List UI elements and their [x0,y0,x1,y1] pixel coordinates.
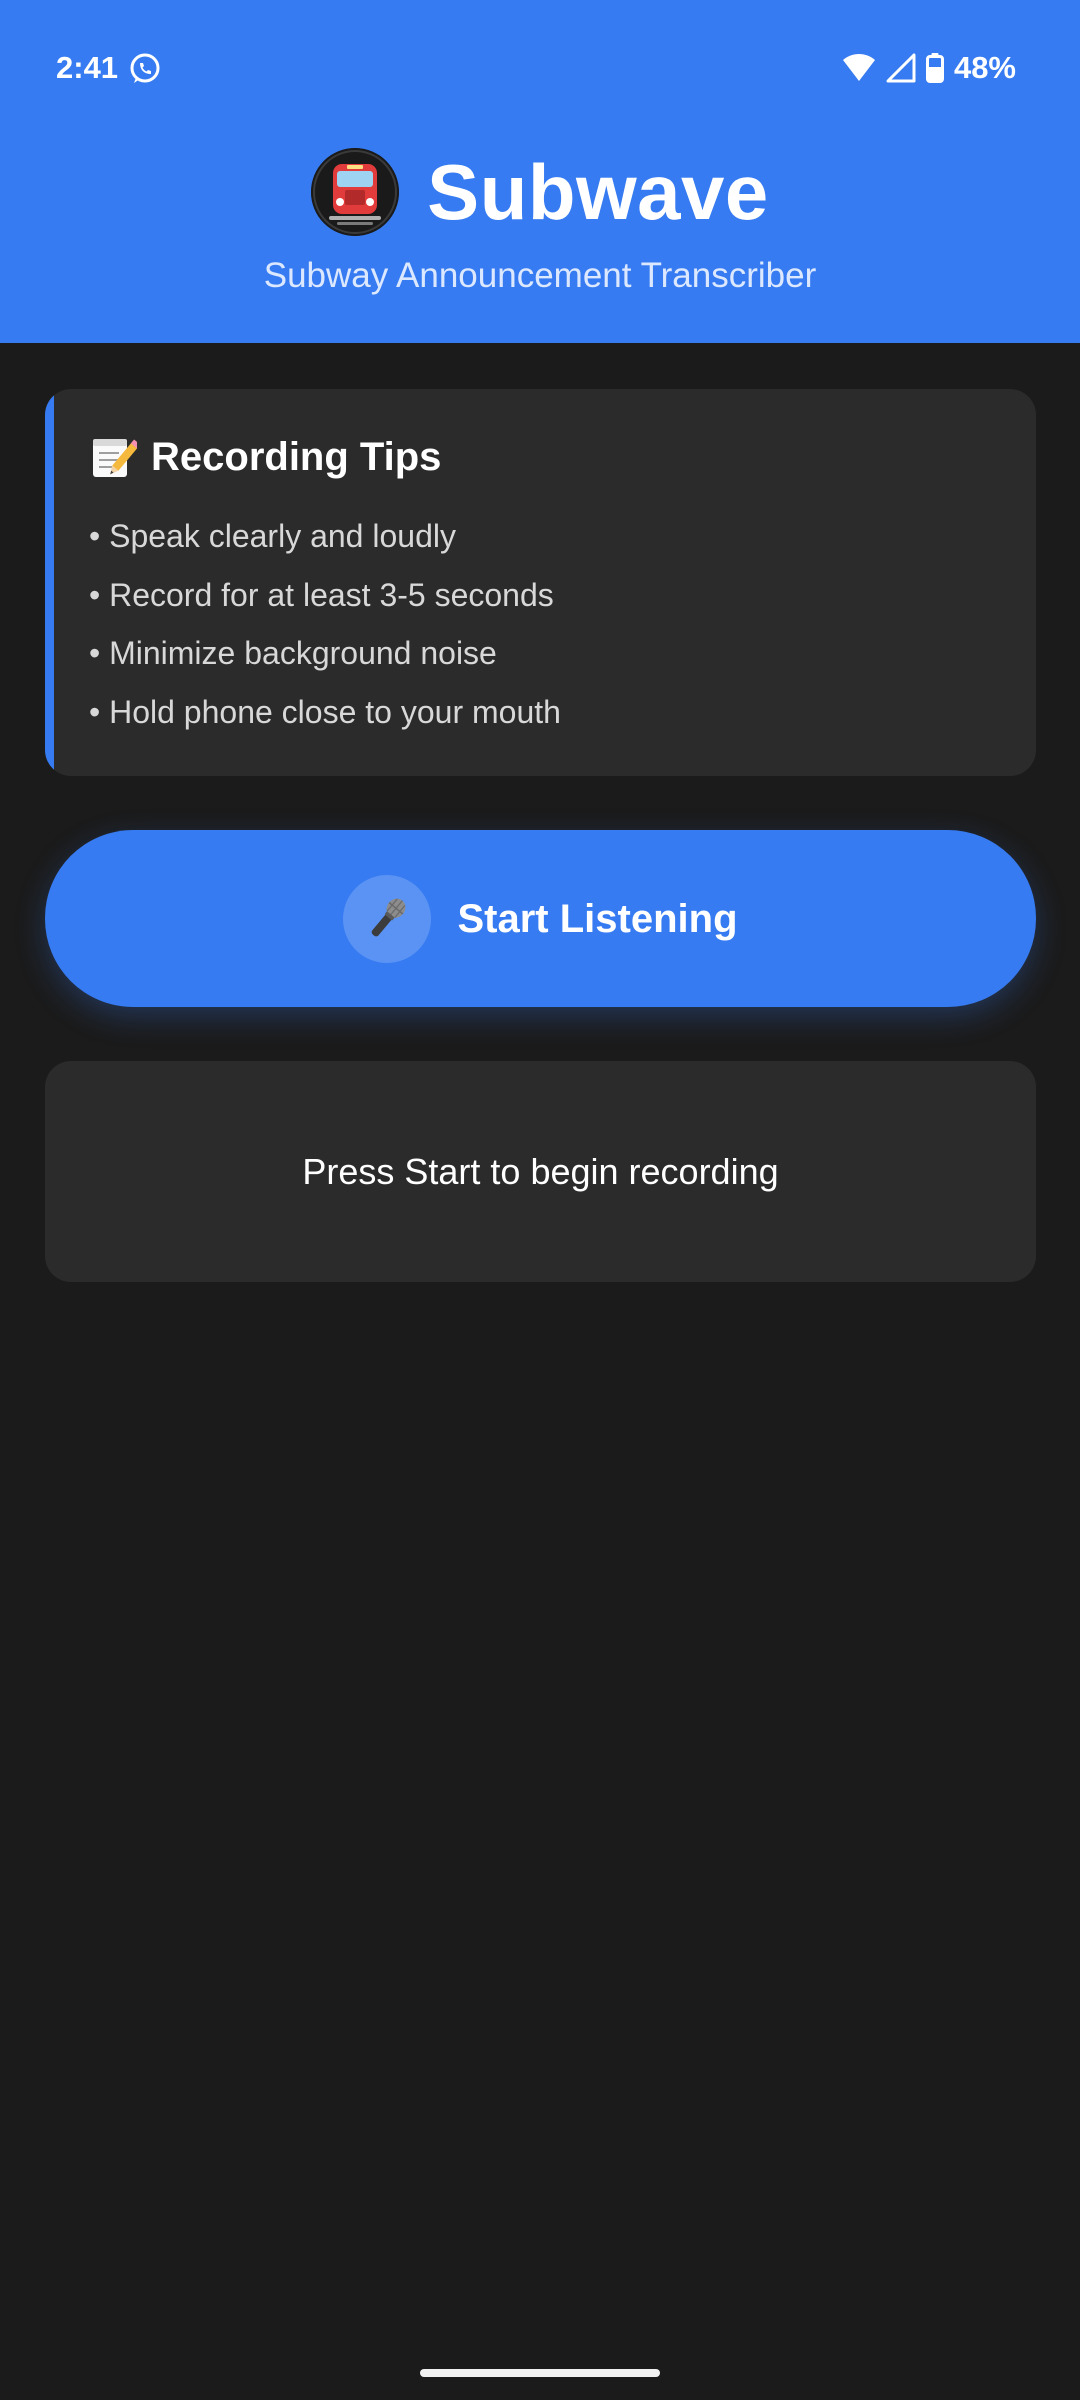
start-listening-label: Start Listening [457,896,738,941]
microphone-icon-badge [343,874,432,963]
tips-accent-bar [45,389,54,776]
subway-train-icon [311,148,400,236]
status-time: 2:41 [56,50,119,85]
app-header: 2:41 48% Subwave Subway Announcement Tra… [0,0,1080,343]
wifi-icon [842,54,875,81]
status-message: Press Start to begin recording [302,1150,779,1192]
app-brand: Subwave [0,142,1080,242]
recording-tips-card: Recording Tips • Speak clearly and loudl… [45,389,1036,776]
tip-item: • Record for at least 3-5 seconds [89,576,554,613]
tips-title: Recording Tips [151,435,442,479]
tip-item: • Hold phone close to your mouth [89,693,561,730]
battery-icon [925,53,944,83]
battery-percentage: 48% [953,50,1016,85]
microphone-icon [372,898,406,936]
status-bar: 2:41 48% [0,0,1080,136]
start-listening-button[interactable]: Start Listening [45,830,1036,1007]
home-indicator[interactable] [420,2369,660,2377]
whatsapp-icon [130,53,160,83]
tips-list: • Speak clearly and loudly • Record for … [89,507,561,741]
app-title: Subwave [427,148,769,236]
recording-status-card: Press Start to begin recording [45,1061,1036,1282]
tips-header: Recording Tips [89,427,441,487]
tip-item: • Minimize background noise [89,635,497,671]
app-subtitle: Subway Announcement Transcriber [263,256,817,295]
signal-icon [886,53,916,83]
status-icons: 48% [842,48,1016,88]
memo-icon [93,439,137,477]
tip-item: • Speak clearly and loudly [89,518,456,554]
